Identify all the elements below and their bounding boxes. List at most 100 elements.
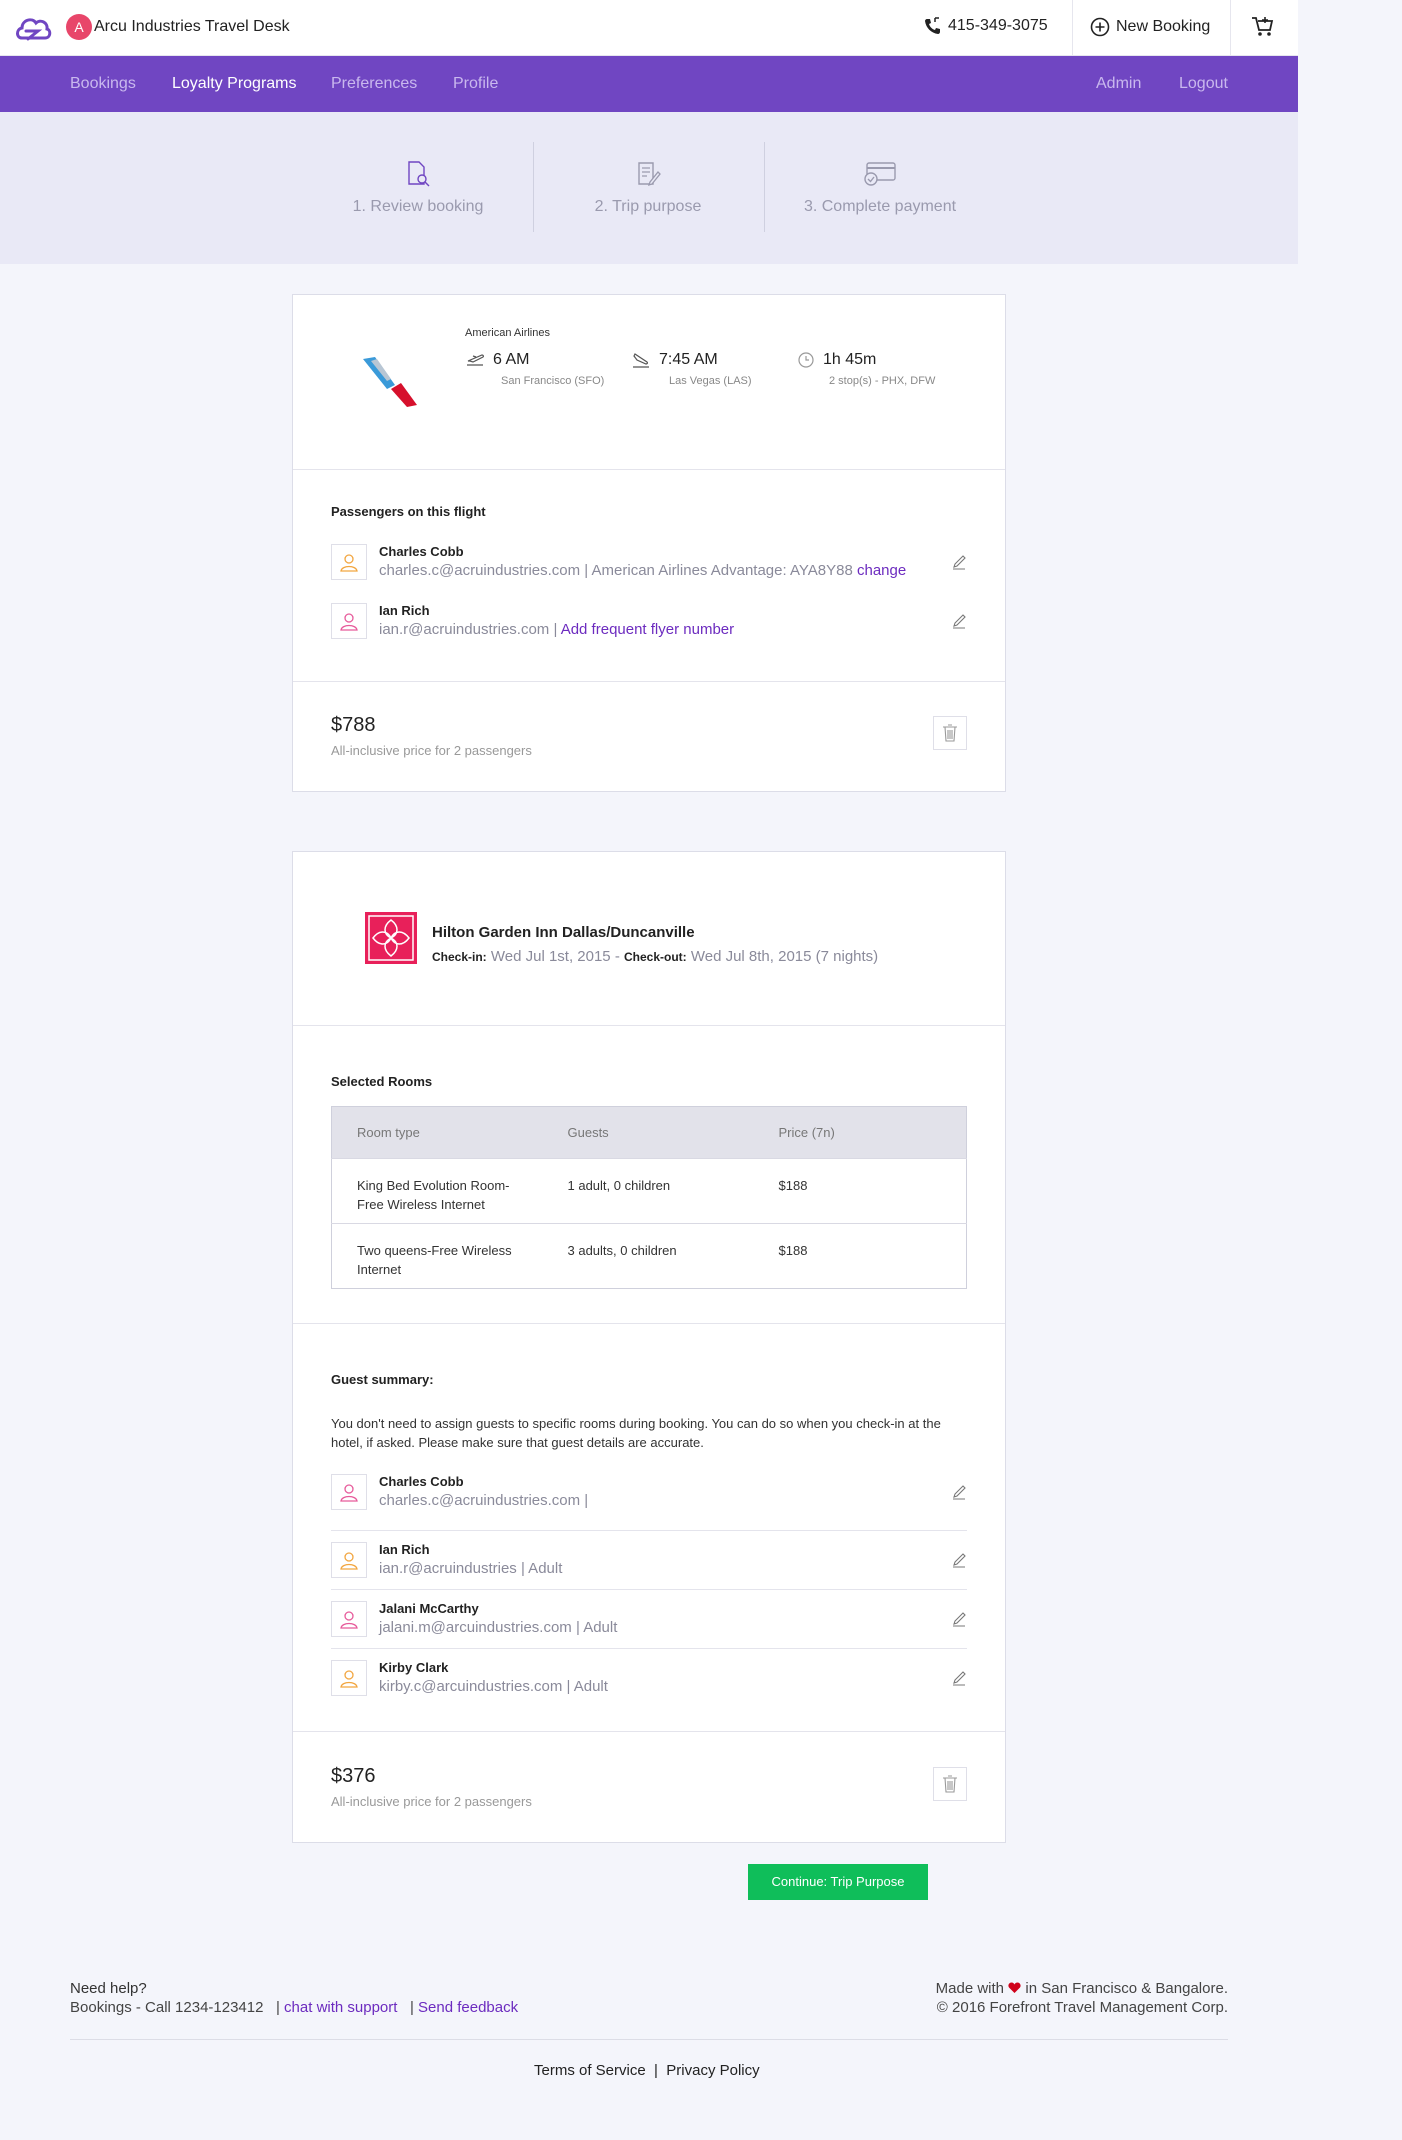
phone-icon: [925, 17, 940, 34]
trash-icon: [943, 724, 957, 742]
privacy-link[interactable]: Privacy Policy: [666, 2062, 759, 2079]
table-header-row: Room type Guests Price (7n): [331, 1106, 967, 1159]
guest-name: Jalani McCarthy: [379, 1601, 479, 1616]
pencil-icon[interactable]: [951, 554, 967, 570]
hotel-price-note: All-inclusive price for 2 passengers: [331, 1794, 532, 1809]
pencil-icon[interactable]: [951, 613, 967, 629]
heart-icon: [1008, 1982, 1021, 1993]
room-price-cell: $188: [753, 1158, 967, 1224]
flight-card: American Airlines 6 AM San Francisco (SF…: [292, 294, 1006, 792]
checkin-label: Check-in:: [432, 950, 487, 964]
hotel-card: Hilton Garden Inn Dallas/Duncanville Che…: [292, 851, 1006, 1843]
cloud-logo-icon[interactable]: [14, 12, 52, 44]
guest-summary-title: Guest summary:: [331, 1372, 434, 1387]
clock-icon: [798, 352, 814, 368]
delete-flight-button[interactable]: [933, 716, 967, 750]
add-frequent-flyer-link[interactable]: Add frequent flyer number: [561, 621, 734, 638]
guest-name: Ian Rich: [379, 1542, 430, 1557]
table-row: Two queens-Free Wireless Internet 3 adul…: [331, 1223, 967, 1289]
departure-info: 6 AM San Francisco (SFO): [465, 351, 604, 387]
guest-row: Jalani McCarthy jalani.m@arcuindustries.…: [331, 1590, 967, 1649]
pencil-icon[interactable]: [951, 1611, 967, 1627]
cart-icon[interactable]: [1251, 15, 1275, 39]
flight-duration: 1h 45m: [823, 351, 877, 368]
step-trip-purpose[interactable]: 2. Trip purpose: [538, 160, 758, 216]
passengers-section: Passengers on this flight Charles Cobb c…: [293, 470, 1005, 682]
user-icon: [340, 1484, 358, 1502]
arrive-place: Las Vegas (LAS): [669, 375, 752, 387]
airline-name: American Airlines: [465, 327, 550, 339]
column-header: Room type: [331, 1106, 543, 1159]
step-complete-payment[interactable]: 3. Complete payment: [770, 160, 990, 216]
user-icon: [340, 1552, 358, 1570]
flight-price-section: $788 All-inclusive price for 2 passenger…: [293, 682, 1005, 791]
footer-contact: Bookings - Call 1234-123412 | chat with …: [70, 1999, 519, 2016]
send-feedback-link[interactable]: Send feedback: [418, 1999, 518, 2016]
user-icon: [340, 554, 358, 572]
user-icon: [340, 613, 358, 631]
org-name[interactable]: Arcu Industries Travel Desk: [94, 18, 290, 36]
rooms-table: Room type Guests Price (7n) King Bed Evo…: [331, 1106, 967, 1289]
passenger-row: Ian Rich ian.r@acruindustries.com | Add …: [331, 601, 967, 643]
plus-circle-icon: [1090, 17, 1110, 37]
passenger-detail: ian.r@acruindustries.com | Add frequent …: [379, 621, 734, 638]
guest-summary-section: Guest summary: You don't need to assign …: [293, 1324, 1005, 1732]
nav-admin[interactable]: Admin: [1096, 75, 1141, 93]
pencil-icon[interactable]: [951, 1670, 967, 1686]
flight-stops: 2 stop(s) - PHX, DFW: [829, 375, 936, 387]
guest-row: Kirby Clark kirby.c@arcuindustries.com |…: [331, 1649, 967, 1708]
terms-link[interactable]: Terms of Service: [534, 2062, 646, 2079]
guest-detail: ian.r@acruindustries | Adult: [379, 1560, 563, 1577]
arrive-time: 7:45 AM: [659, 351, 718, 368]
org-avatar[interactable]: A: [66, 14, 92, 40]
guest-row: Ian Rich ian.r@acruindustries | Adult: [331, 1531, 967, 1590]
room-price-cell: $188: [753, 1223, 967, 1289]
step-divider: [764, 142, 765, 232]
guest-name: Charles Cobb: [379, 1474, 464, 1489]
room-type-cell: Two queens-Free Wireless Internet: [331, 1223, 543, 1289]
room-guests-cell: 1 adult, 0 children: [542, 1158, 754, 1224]
pencil-icon[interactable]: [951, 1552, 967, 1568]
made-with-prefix: Made with: [935, 1980, 1005, 1997]
checkout-steps: 1. Review booking 2. Trip purpose 3. Com…: [0, 112, 1298, 264]
hotel-price-section: $376 All-inclusive price for 2 passenger…: [293, 1732, 1005, 1842]
guest-avatar: [331, 1474, 367, 1510]
plane-landing-icon: [633, 353, 649, 368]
made-with-text: Made with in San Francisco & Bangalore.: [936, 1980, 1228, 1997]
american-airlines-logo: [363, 357, 417, 407]
continue-trip-purpose-button[interactable]: Continue: Trip Purpose: [748, 1864, 928, 1900]
new-booking-button[interactable]: New Booking: [1090, 17, 1210, 37]
hotel-name: Hilton Garden Inn Dallas/Duncanville: [432, 924, 695, 941]
flight-summary: American Airlines 6 AM San Francisco (SF…: [293, 295, 1005, 470]
nav-loyalty-programs[interactable]: Loyalty Programs: [172, 75, 297, 93]
support-phone[interactable]: 415-349-3075: [924, 17, 1048, 35]
pencil-icon[interactable]: [951, 1484, 967, 1500]
guest-detail: kirby.c@arcuindustries.com | Adult: [379, 1678, 608, 1695]
phone-number: 415-349-3075: [948, 17, 1048, 34]
arrival-info: 7:45 AM Las Vegas (LAS): [631, 351, 752, 387]
step-divider: [533, 142, 534, 232]
user-icon: [340, 1670, 358, 1688]
table-row: King Bed Evolution Room-Free Wireless In…: [331, 1158, 967, 1224]
room-type-cell: King Bed Evolution Room-Free Wireless In…: [331, 1158, 543, 1224]
hilton-logo: [365, 912, 417, 964]
clipboard-pencil-icon: [638, 162, 661, 187]
nav-profile[interactable]: Profile: [453, 75, 498, 93]
passengers-title: Passengers on this flight: [331, 504, 486, 519]
nav-preferences[interactable]: Preferences: [331, 75, 417, 93]
guest-avatar: [331, 1660, 367, 1696]
hotel-summary: Hilton Garden Inn Dallas/Duncanville Che…: [293, 852, 1005, 1026]
passenger-avatar: [331, 544, 367, 580]
guest-detail: charles.c@acruindustries.com |: [379, 1492, 589, 1509]
nav-logout[interactable]: Logout: [1179, 75, 1228, 93]
bookings-call: Bookings - Call 1234-123412: [70, 1999, 264, 2016]
chat-support-link[interactable]: chat with support: [284, 1999, 397, 2016]
guest-summary-text: You don't need to assign guests to speci…: [331, 1416, 941, 1450]
checkout-label: Check-out:: [624, 950, 687, 964]
credit-card-check-icon: [864, 162, 896, 186]
guest-avatar: [331, 1542, 367, 1578]
delete-hotel-button[interactable]: [933, 1767, 967, 1801]
step-review-booking[interactable]: 1. Review booking: [308, 160, 528, 216]
change-loyalty-link[interactable]: change: [857, 562, 906, 579]
nav-bookings[interactable]: Bookings: [70, 75, 136, 93]
